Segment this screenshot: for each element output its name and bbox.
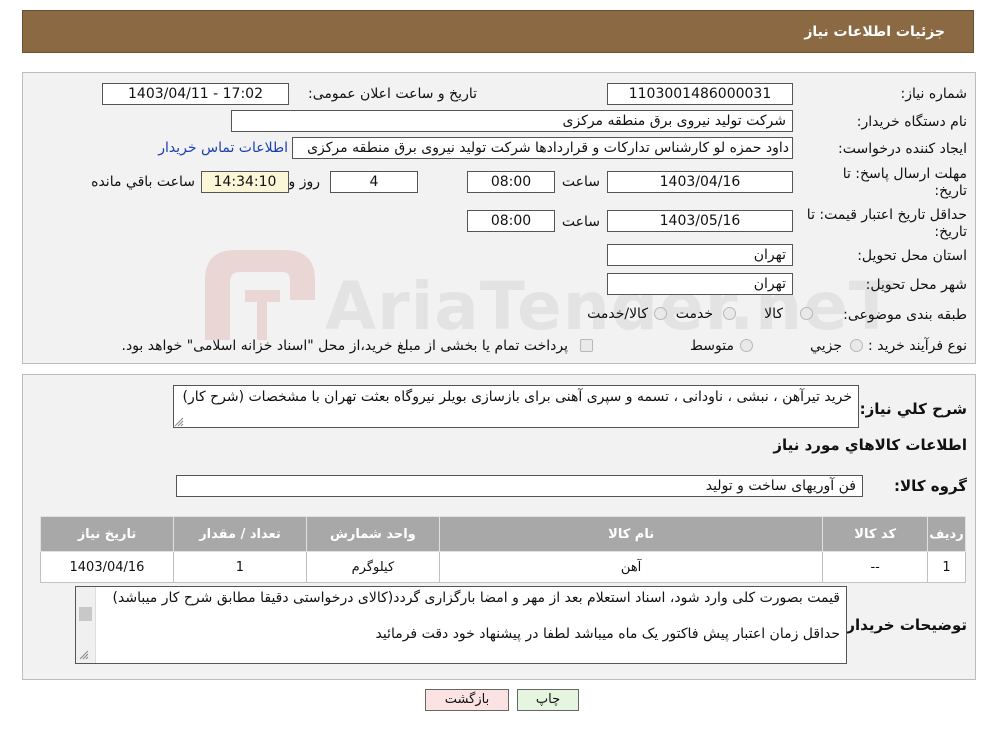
requester-field: داود حمزه لو کارشناس تدارکات و قراردادها… bbox=[292, 137, 793, 159]
scrollbar-thumb[interactable] bbox=[79, 607, 92, 621]
response-date-field: 1403/04/16 bbox=[607, 171, 793, 193]
goods-group-field: فن آوریهای ساخت و تولید bbox=[176, 475, 863, 497]
remaining-time-label: ساعت باقي مانده bbox=[91, 174, 195, 190]
col-header-unit: واحد شمارش bbox=[305, 516, 440, 552]
purchase-type-option-medium: متوسط bbox=[690, 338, 734, 354]
category-label: طبقه بندی موضوعی: bbox=[843, 307, 967, 323]
purchase-type-option-minor: جزيي bbox=[810, 338, 842, 354]
table-row: 1 -- آهن کیلوگرم 1 1403/04/16 bbox=[40, 551, 967, 583]
goods-section-title: اطلاعات كالاهاي مورد نياز bbox=[773, 436, 967, 454]
summary-label: شرح كلي نياز: bbox=[859, 400, 967, 418]
back-button[interactable]: بازگشت bbox=[425, 689, 509, 711]
cell-quantity: 1 bbox=[172, 551, 307, 583]
response-deadline-label-date: تاریخ: bbox=[934, 183, 967, 199]
category-option-service: خدمت bbox=[675, 306, 713, 322]
col-header-need-date: تاریخ نیاز bbox=[40, 516, 174, 552]
cell-row-number: 1 bbox=[926, 551, 967, 583]
buyer-org-field: شرکت تولید نیروی برق منطقه مرکزی bbox=[231, 110, 793, 132]
category-option-goods-service: کالا/خدمت bbox=[587, 306, 648, 322]
page-header: جزئیات اطلاعات نیاز bbox=[22, 10, 974, 53]
purchase-type-label: نوع فرآیند خرید : bbox=[868, 338, 967, 354]
col-header-quantity: تعداد / مقدار bbox=[172, 516, 307, 552]
remaining-time-field: 14:34:10 bbox=[201, 171, 289, 193]
goods-table: رديف کد کالا نام کالا واحد شمارش تعداد /… bbox=[40, 516, 967, 583]
cell-need-date: 1403/04/16 bbox=[40, 551, 174, 583]
response-time-field: 08:00 bbox=[467, 171, 555, 193]
buyer-notes-textarea[interactable]: قیمت بصورت کلی وارد شود، اسناد استعلام ب… bbox=[75, 586, 847, 664]
cell-item-code: -- bbox=[822, 551, 928, 583]
buyer-org-label: نام دستگاه خریدار: bbox=[856, 114, 967, 130]
need-number-field: 1103001486000031 bbox=[607, 83, 793, 105]
col-header-row-number: رديف bbox=[926, 516, 967, 552]
summary-textarea[interactable]: خرید تیرآهن ، نبشی ، ناودانی ، تسمه و سپ… bbox=[173, 385, 859, 428]
response-time-label: ساعت bbox=[561, 174, 600, 190]
price-validity-label: حداقل تاریخ اعتبار قیمت: تا bbox=[806, 207, 967, 223]
col-header-item-code: کد کالا bbox=[822, 516, 928, 552]
announce-datetime-label: تاریخ و ساعت اعلان عمومی: bbox=[308, 86, 477, 102]
page-title: جزئیات اطلاعات نیاز bbox=[804, 24, 945, 40]
requester-label: ایجاد کننده درخواست: bbox=[838, 141, 967, 157]
cell-unit: کیلوگرم bbox=[305, 551, 440, 583]
category-radio-goods-service[interactable] bbox=[654, 307, 667, 320]
purchase-type-radio-minor[interactable] bbox=[850, 339, 863, 352]
payment-note: پرداخت تمام یا بخشی از مبلغ خرید،از محل … bbox=[121, 338, 568, 354]
remaining-days-field: 4 bbox=[330, 171, 418, 193]
province-field: تهران bbox=[607, 244, 793, 266]
need-number-label: شماره نیاز: bbox=[900, 86, 968, 102]
category-radio-goods[interactable] bbox=[800, 307, 813, 320]
purchase-type-radio-medium[interactable] bbox=[740, 339, 753, 352]
category-option-goods: کالا bbox=[764, 306, 783, 322]
category-radio-service[interactable] bbox=[723, 307, 736, 320]
price-validity-label-date: تاریخ: bbox=[934, 224, 967, 240]
response-deadline-label: مهلت ارسال پاسخ: تا bbox=[842, 166, 967, 182]
goods-group-label: گروه کالا: bbox=[894, 477, 967, 495]
price-validity-time-label: ساعت bbox=[561, 214, 600, 230]
buyer-notes-line-1: قیمت بصورت کلی وارد شود، اسناد استعلام ب… bbox=[112, 590, 840, 606]
islamic-treasury-checkbox[interactable] bbox=[580, 339, 593, 352]
days-label: روز و bbox=[288, 174, 321, 190]
resize-grip-icon[interactable] bbox=[174, 416, 184, 427]
summary-text: خرید تیرآهن ، نبشی ، ناودانی ، تسمه و سپ… bbox=[182, 389, 852, 405]
resize-grip-icon[interactable] bbox=[79, 649, 89, 664]
announce-datetime-field: 1403/04/11 - 17:02 bbox=[102, 83, 289, 105]
city-label: شهر محل تحویل: bbox=[865, 277, 967, 293]
buyer-contact-link[interactable]: اطلاعات تماس خریدار bbox=[158, 140, 288, 156]
buyer-notes-label: توضیحات خریدار: bbox=[840, 616, 967, 634]
print-button[interactable]: چاپ bbox=[517, 689, 579, 711]
buyer-notes-line-2: حداقل زمان اعتبار پیش فاکتور یک ماه میبا… bbox=[375, 626, 840, 642]
goods-table-header-row: رديف کد کالا نام کالا واحد شمارش تعداد /… bbox=[40, 516, 967, 552]
city-field: تهران bbox=[607, 273, 793, 295]
price-validity-time-field: 08:00 bbox=[467, 210, 555, 232]
province-label: استان محل تحویل: bbox=[857, 248, 967, 264]
col-header-item-name: نام کالا bbox=[438, 516, 824, 552]
cell-item-name: آهن bbox=[438, 551, 824, 583]
buyer-notes-scrollbar[interactable] bbox=[76, 587, 96, 663]
price-validity-date-field: 1403/05/16 bbox=[607, 210, 793, 232]
